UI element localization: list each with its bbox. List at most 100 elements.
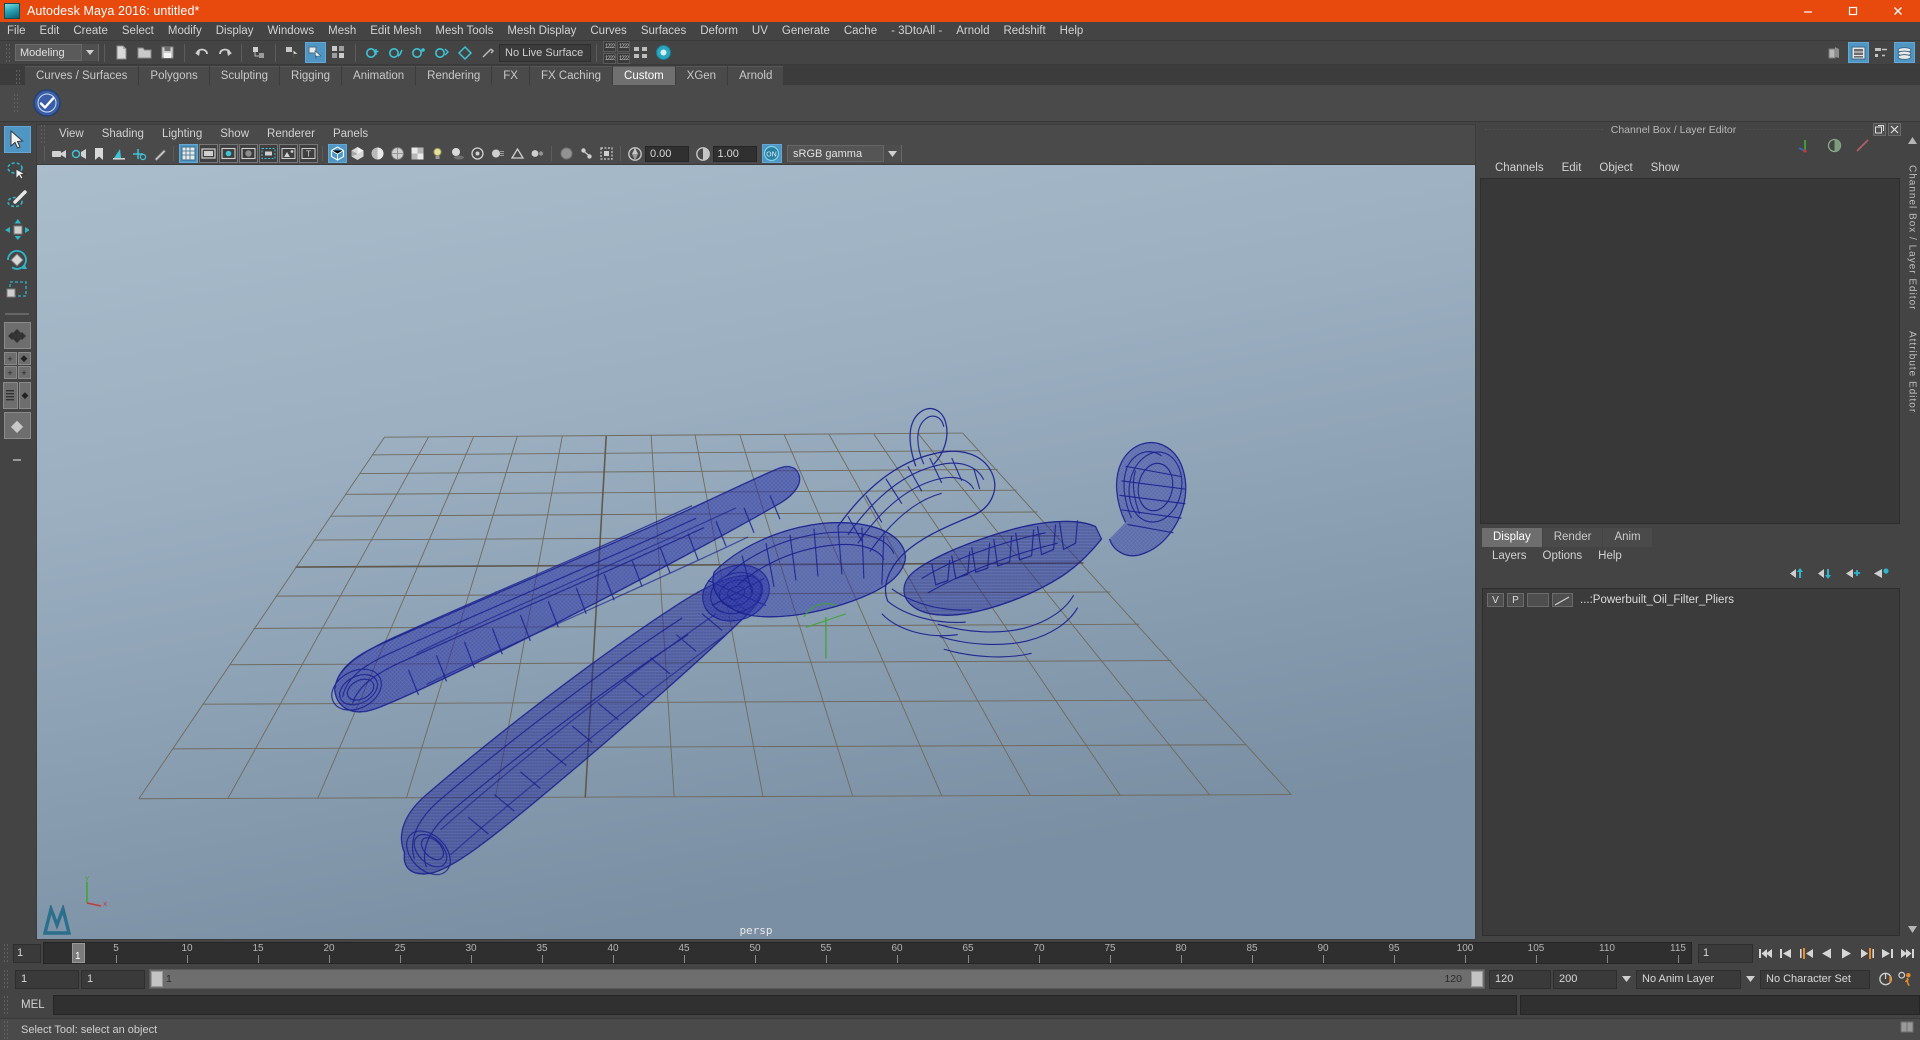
screen-space-ao-icon[interactable]: [468, 144, 487, 163]
motion-blur-icon[interactable]: [488, 144, 507, 163]
select-by-hierarchy-icon[interactable]: [282, 42, 303, 63]
selection-mode-hierarchy-icon[interactable]: [248, 42, 269, 63]
anim-start-field[interactable]: 1: [81, 969, 145, 989]
layer-shading-toggle[interactable]: [1527, 593, 1549, 607]
xray-icon[interactable]: [557, 144, 576, 163]
anim-layer-field[interactable]: No Anim Layer: [1636, 969, 1741, 989]
layer-menu-layers[interactable]: Layers: [1484, 547, 1535, 566]
shelf-tab-arnold[interactable]: Arnold: [728, 66, 784, 85]
menu-set-selector[interactable]: Modeling: [15, 44, 99, 61]
rotate-tool[interactable]: [4, 246, 31, 273]
menu-item-arnold[interactable]: Arnold: [949, 22, 996, 41]
snap-num-cell[interactable]: 1222: [603, 53, 616, 64]
time-slider[interactable]: 1 5 10 15 20 25 30 35 40 45 50 55 60 65 …: [43, 942, 1692, 964]
layer-row[interactable]: V P ...:Powerbuilt_Oil_Filter_Pliers: [1483, 592, 1899, 609]
smooth-shade-selected-icon[interactable]: [368, 144, 387, 163]
viewport-menu-renderer[interactable]: Renderer: [258, 125, 324, 144]
shelf-tab-animation[interactable]: Animation: [342, 66, 416, 85]
display-layer-list[interactable]: V P ...:Powerbuilt_Oil_Filter_Pliers: [1482, 587, 1900, 936]
show-hide-modeling-toolkit-icon[interactable]: [1825, 42, 1846, 63]
show-hide-attribute-editor-icon[interactable]: [1848, 42, 1869, 63]
grease-pencil-icon[interactable]: [150, 144, 169, 163]
viewport-menu-shading[interactable]: Shading: [93, 125, 153, 144]
chevron-down-icon[interactable]: [883, 145, 901, 162]
viewport-menu-lighting[interactable]: Lighting: [153, 125, 211, 144]
quad-cell[interactable]: +: [3, 366, 17, 379]
snap-to-grid-icon[interactable]: [362, 42, 383, 63]
gamma-field[interactable]: 1.00: [712, 145, 757, 162]
exposure-field[interactable]: 0.00: [645, 145, 689, 162]
half-circle-icon[interactable]: [1827, 138, 1842, 158]
select-by-component-type-icon[interactable]: [328, 42, 349, 63]
layer-menu-options[interactable]: Options: [1535, 547, 1591, 566]
command-line-grip[interactable]: [3, 995, 10, 1015]
wireframe-shading-icon[interactable]: [327, 144, 347, 163]
outliner-persp-layout[interactable]: ◆: [3, 382, 31, 409]
step-back-frame-icon[interactable]: [1778, 945, 1795, 962]
range-start-handle[interactable]: [151, 971, 163, 987]
shelf-tab-polygons[interactable]: Polygons: [139, 66, 209, 85]
live-surface-field[interactable]: No Live Surface: [499, 43, 591, 62]
menu-item-modify[interactable]: Modify: [161, 22, 209, 41]
menu-item-edit-mesh[interactable]: Edit Mesh: [363, 22, 428, 41]
help-book-icon[interactable]: [1900, 1020, 1914, 1039]
menu-item-help[interactable]: Help: [1053, 22, 1091, 41]
make-live-icon[interactable]: [477, 42, 498, 63]
toolbox-scroll-down-icon[interactable]: [4, 446, 31, 473]
persp-viewport[interactable]: y x persp: [36, 164, 1476, 940]
step-back-key-icon[interactable]: [1798, 945, 1815, 962]
move-layer-down-icon[interactable]: [1818, 567, 1834, 585]
viewport-menu-panels[interactable]: Panels: [324, 125, 377, 144]
paint-select-tool[interactable]: [4, 186, 31, 213]
channel-menu-channels[interactable]: Channels: [1486, 159, 1553, 178]
snap-num-cell[interactable]: 1222: [603, 41, 616, 52]
time-slider-playhead[interactable]: 1: [72, 943, 85, 963]
layer-tab-anim[interactable]: Anim: [1603, 527, 1652, 547]
viewport-menu-show[interactable]: Show: [211, 125, 258, 144]
show-hide-channel-box-icon[interactable]: [1894, 42, 1915, 63]
hypergraph-layout[interactable]: ◆: [3, 412, 31, 439]
close-panel-icon[interactable]: [1888, 123, 1901, 136]
close-icon[interactable]: [1875, 0, 1920, 22]
film-gate-display-icon[interactable]: [258, 144, 278, 163]
current-frame-field[interactable]: 1: [1698, 943, 1753, 963]
scroll-up-icon[interactable]: [1907, 136, 1918, 145]
texture-display-icon[interactable]: [408, 144, 427, 163]
maximize-icon[interactable]: [1830, 0, 1875, 22]
color-management-selector[interactable]: sRGB gamma: [787, 145, 902, 162]
play-backwards-icon[interactable]: [1818, 945, 1835, 962]
menu-item-curves[interactable]: Curves: [583, 22, 633, 41]
menu-item-select[interactable]: Select: [115, 22, 161, 41]
resolution-gate-icon[interactable]: [218, 144, 238, 163]
menu-item-deform[interactable]: Deform: [693, 22, 745, 41]
layer-playback-toggle[interactable]: P: [1507, 593, 1524, 607]
shelf-grip[interactable]: [15, 69, 22, 85]
layer-name-label[interactable]: ...:Powerbuilt_Oil_Filter_Pliers: [1580, 594, 1734, 606]
step-forward-key-icon[interactable]: [1858, 945, 1875, 962]
two-d-pan-zoom-icon[interactable]: [130, 144, 149, 163]
range-end-field[interactable]: 200: [1553, 969, 1617, 989]
snap-to-projected-center-icon[interactable]: [431, 42, 452, 63]
use-default-lighting-icon[interactable]: [428, 144, 447, 163]
snap-num-cell[interactable]: 1222: [617, 41, 630, 52]
menu-item-edit[interactable]: Edit: [33, 22, 67, 41]
open-render-view-icon[interactable]: [653, 42, 674, 63]
grid-toggle-icon[interactable]: [178, 144, 198, 163]
shelf-tab-rendering[interactable]: Rendering: [416, 66, 492, 85]
shelf-tab-custom[interactable]: Custom: [613, 66, 675, 85]
snap-to-point-icon[interactable]: [408, 42, 429, 63]
panel-drag-dots[interactable]: [1484, 129, 1603, 130]
range-slider-bar[interactable]: 1 120: [149, 969, 1485, 989]
undo-icon[interactable]: [191, 42, 212, 63]
range-start-field[interactable]: 1: [15, 969, 79, 989]
gate-mask-icon[interactable]: [238, 144, 258, 163]
shelf-tab-fx[interactable]: FX: [492, 66, 529, 85]
layer-menu-help[interactable]: Help: [1590, 547, 1630, 566]
lasso-select-tool[interactable]: [4, 156, 31, 183]
snap-to-curve-icon[interactable]: [385, 42, 406, 63]
go-to-end-icon[interactable]: [1898, 945, 1915, 962]
menu-item-mesh-tools[interactable]: Mesh Tools: [428, 22, 500, 41]
shelf-tab-curves-surfaces[interactable]: Curves / Surfaces: [25, 66, 139, 85]
animation-preferences-icon[interactable]: [1897, 971, 1914, 988]
help-line-grip[interactable]: [3, 1019, 10, 1040]
